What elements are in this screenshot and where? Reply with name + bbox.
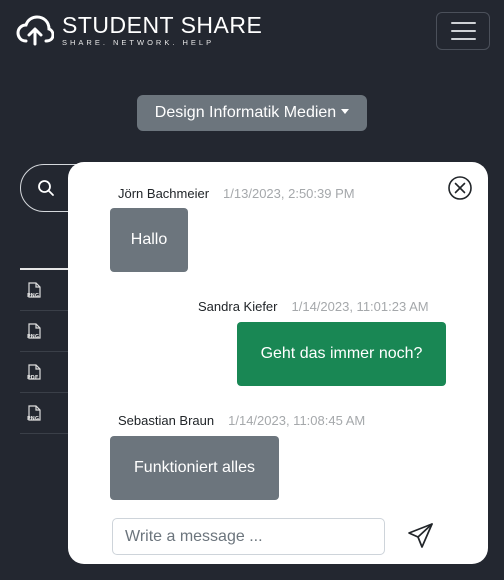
department-dropdown[interactable]: Design Informatik Medien xyxy=(137,95,367,131)
cloud-upload-icon xyxy=(16,15,54,46)
file-ext: PNG xyxy=(27,334,39,340)
message-timestamp: 1/13/2023, 2:50:39 PM xyxy=(223,186,355,201)
message-header: Sandra Kiefer 1/14/2023, 11:01:23 AM xyxy=(198,299,429,314)
file-ext: PNG xyxy=(27,416,39,422)
message-header: Sebastian Braun 1/14/2023, 11:08:45 AM xyxy=(118,413,365,428)
message-timestamp: 1/14/2023, 11:01:23 AM xyxy=(291,299,429,314)
message-bubble: Hallo xyxy=(110,208,188,272)
message-bubble: Funktioniert alles xyxy=(110,436,279,500)
hamburger-icon xyxy=(451,22,476,24)
message-bubble: Geht das immer noch? xyxy=(237,322,446,386)
brand-logo[interactable]: STUDENT SHARE SHARE. NETWORK. HELP xyxy=(16,14,262,48)
file-ext: PNG xyxy=(27,293,39,299)
chat-panel: Jörn Bachmeier 1/13/2023, 2:50:39 PM Hall… xyxy=(68,162,488,564)
brand-tagline: SHARE. NETWORK. HELP xyxy=(62,38,215,47)
message-author: Jörn Bachmeier xyxy=(118,186,210,201)
close-icon[interactable] xyxy=(447,175,473,201)
message-input[interactable] xyxy=(112,518,385,555)
message-author: Sebastian Braun xyxy=(118,413,215,428)
message-header: Jörn Bachmeier 1/13/2023, 2:50:39 PM xyxy=(118,186,355,201)
brand-title: STUDENT SHARE xyxy=(62,12,263,38)
search-icon xyxy=(38,180,54,196)
send-icon[interactable] xyxy=(407,522,434,549)
file-ext: PDF xyxy=(27,375,39,381)
department-dropdown-label: Design Informatik Medien xyxy=(154,104,337,121)
navbar-toggle-button[interactable] xyxy=(436,12,490,50)
message-author: Sandra Kiefer xyxy=(198,299,278,314)
caret-down-icon xyxy=(341,108,350,114)
message-timestamp: 1/14/2023, 11:08:45 AM xyxy=(228,413,366,428)
